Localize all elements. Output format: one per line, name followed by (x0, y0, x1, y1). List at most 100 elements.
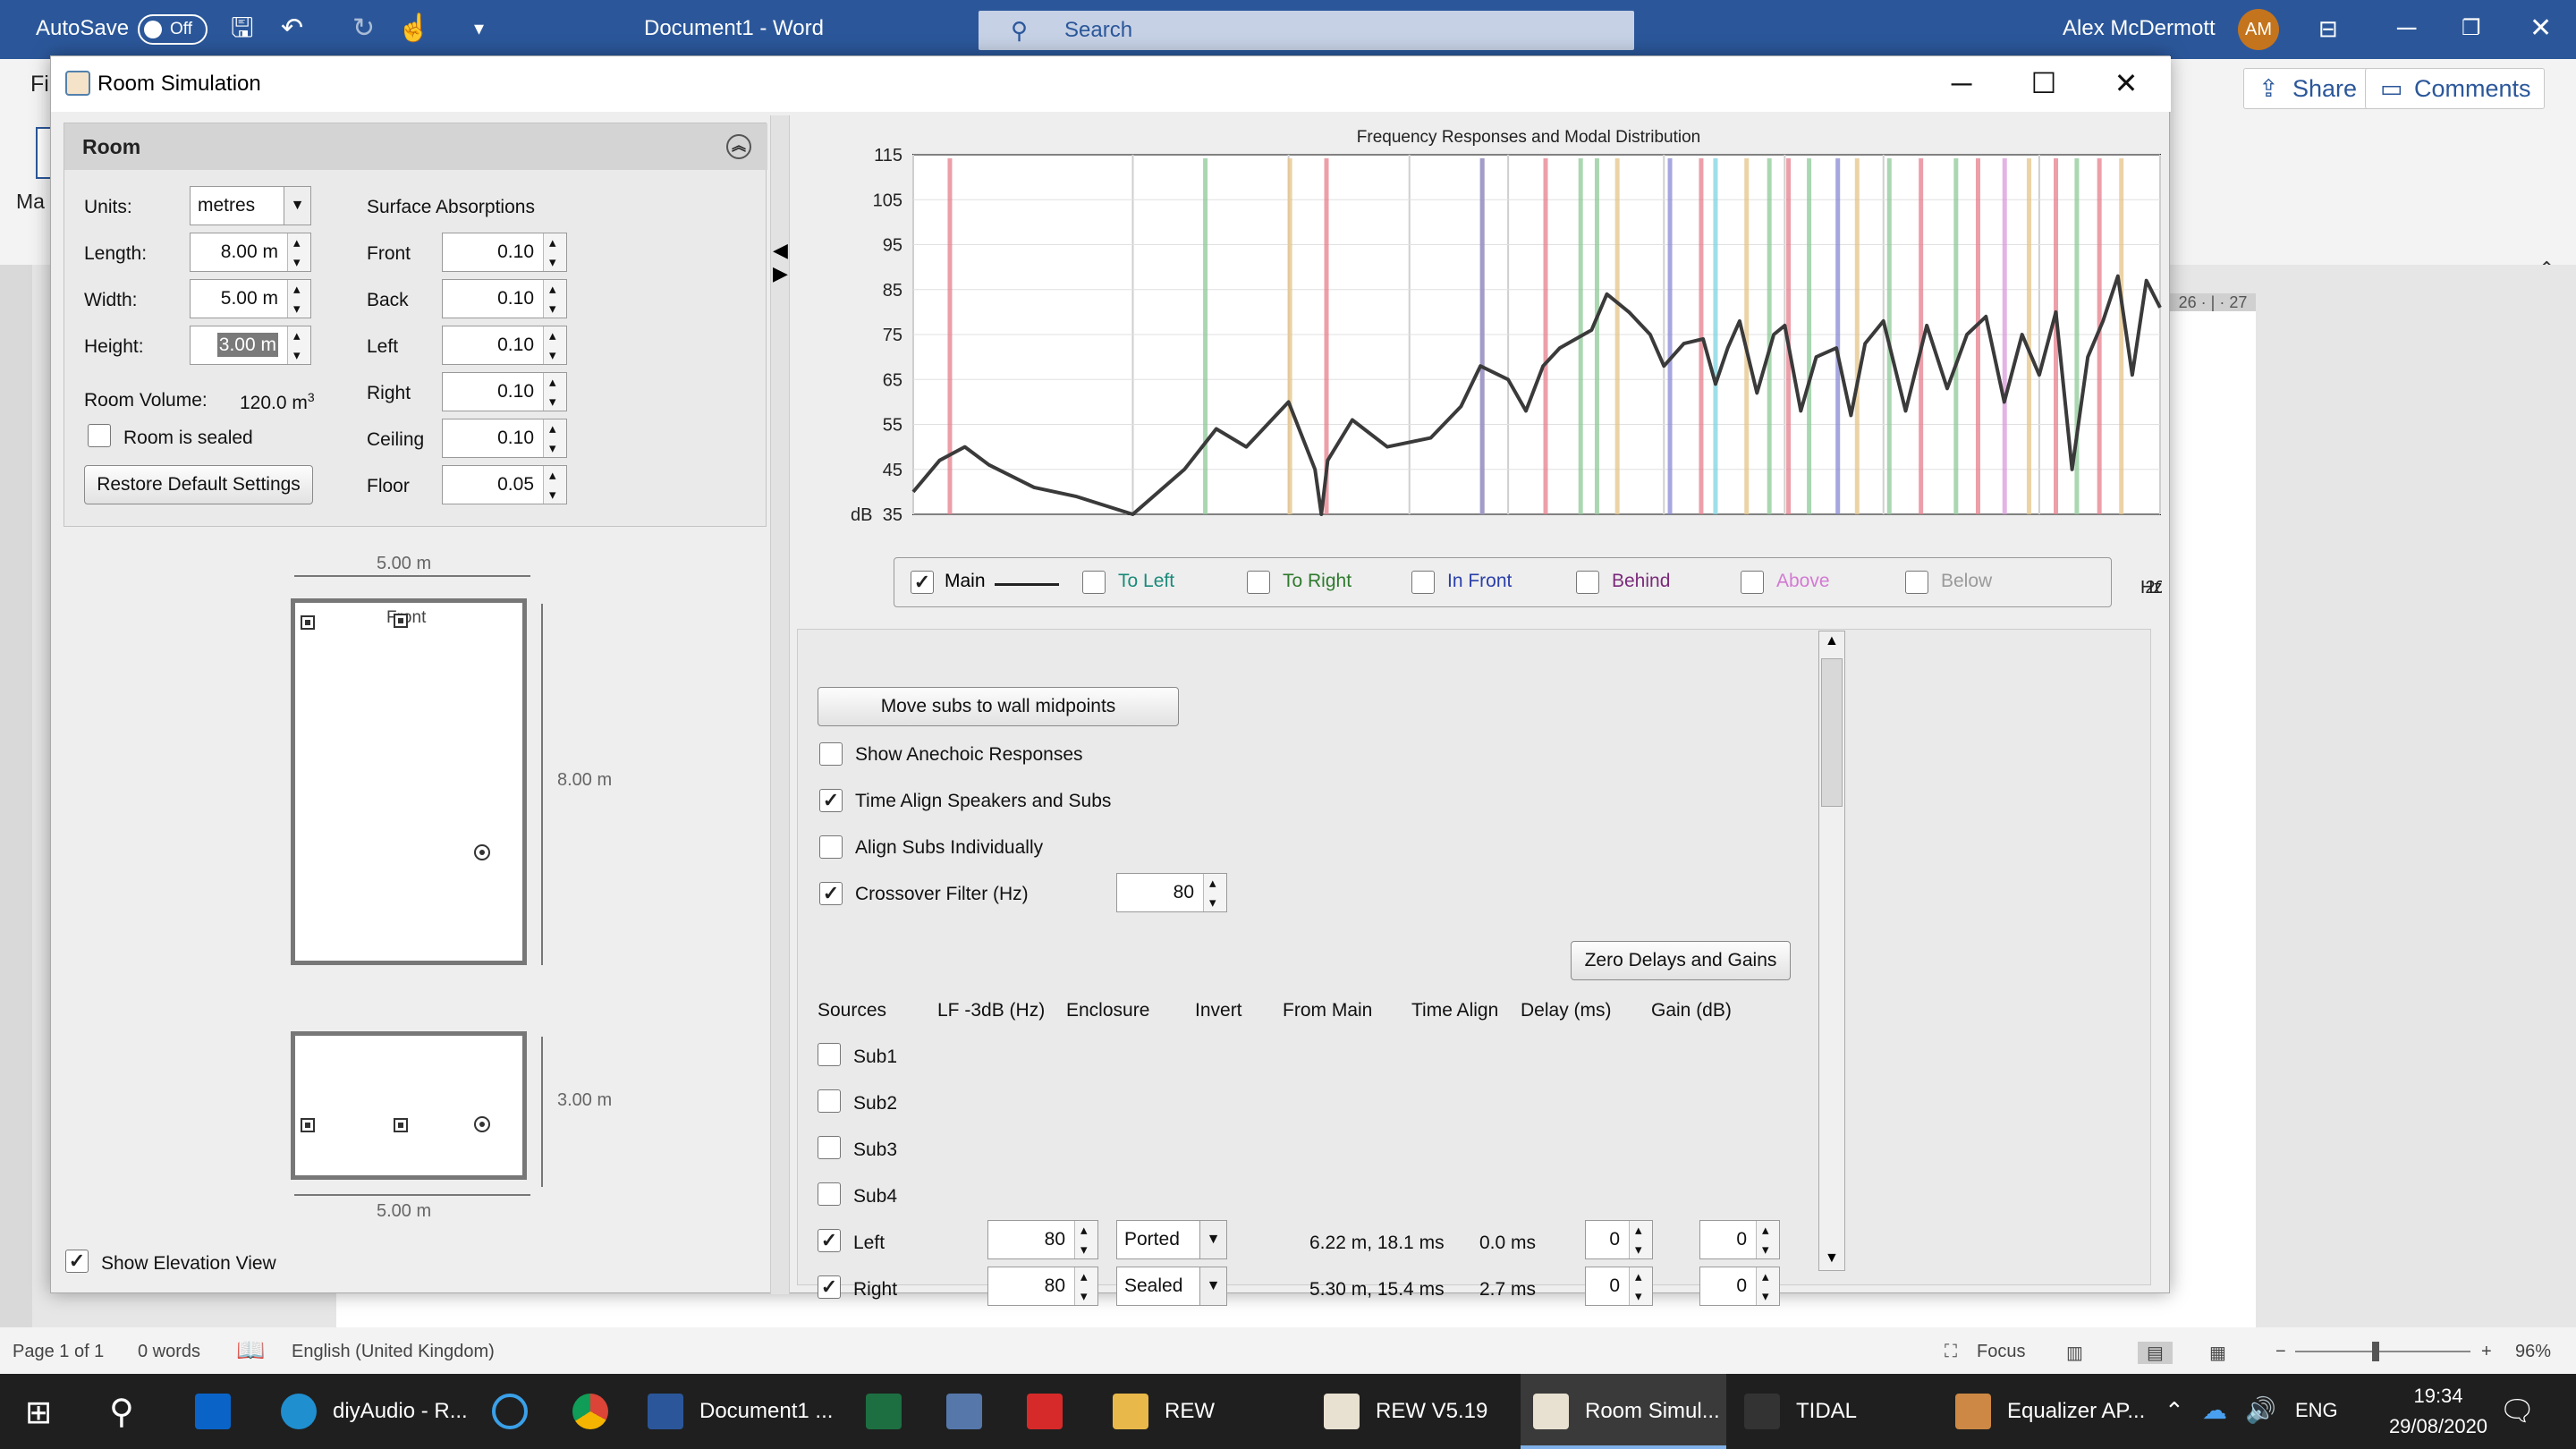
redo-icon[interactable]: ↻ (352, 13, 375, 45)
save-icon[interactable]: 🖫 (231, 13, 254, 45)
surface-back-spinner[interactable]: 0.10 (442, 271, 567, 328)
excel-icon[interactable] (866, 1394, 902, 1429)
taskbar-item-rew-folder[interactable]: REW (1100, 1374, 1306, 1449)
listener-marker[interactable] (394, 1118, 408, 1132)
zero-delays-button[interactable]: Zero Delays and Gains (1571, 941, 1791, 980)
sub2-checkbox[interactable] (818, 1089, 841, 1113)
left-delay-spinner[interactable]: 0 (1585, 1212, 1653, 1269)
crossover-spinner[interactable]: 80 (1116, 865, 1227, 922)
surface-ceiling-spinner[interactable]: 0.10 (442, 411, 567, 468)
clock-time[interactable]: 19:34 (2394, 1385, 2483, 1408)
spinner-arrows-icon[interactable] (287, 318, 310, 375)
zoom-slider[interactable] (2295, 1351, 2470, 1352)
right-delay-spinner[interactable]: 0 (1585, 1258, 1653, 1316)
minimize-icon[interactable]: ─ (2397, 13, 2416, 45)
ie-icon[interactable] (492, 1394, 528, 1429)
vertical-scrollbar[interactable]: ▲ ▼ (1818, 631, 1845, 1271)
acrobat-icon[interactable] (1027, 1394, 1063, 1429)
length-spinner[interactable]: 8.00 m (190, 225, 311, 282)
taskbar-item-edge[interactable]: diyAudio - R... (268, 1374, 474, 1449)
close-icon[interactable]: ✕ (2529, 13, 2552, 45)
file-tab-fragment[interactable]: Fi (30, 72, 49, 97)
spinner-arrows-icon[interactable] (543, 457, 566, 514)
language-indicator[interactable]: ENG (2295, 1399, 2338, 1422)
legend-above-checkbox[interactable] (1741, 571, 1764, 594)
right-source-checkbox[interactable] (818, 1275, 841, 1299)
taskbar-item-word[interactable]: Document1 ... (635, 1374, 841, 1449)
listener-marker[interactable] (394, 614, 408, 628)
zoom-slider-thumb[interactable] (2372, 1342, 2379, 1361)
right-gain-spinner[interactable]: 0 (1699, 1258, 1780, 1316)
taskbar-item-equalizer[interactable]: Equalizer AP... (1943, 1374, 2148, 1449)
zoom-level[interactable]: 96% (2515, 1342, 2551, 1362)
read-mode-icon[interactable]: ▥ (2066, 1342, 2083, 1364)
customize-qat-icon[interactable]: ▾ (474, 13, 484, 45)
legend-below-checkbox[interactable] (1905, 571, 1928, 594)
sub3-checkbox[interactable] (818, 1136, 841, 1159)
surface-floor-spinner[interactable]: 0.05 (442, 457, 567, 514)
notifications-icon[interactable]: 🗨 (2499, 1394, 2536, 1428)
chevron-down-icon[interactable]: ▼ (1199, 1221, 1226, 1258)
show-elevation-checkbox[interactable] (65, 1250, 89, 1273)
spinner-arrows-icon[interactable] (287, 225, 310, 282)
taskbar-item-room-sim[interactable]: Room Simul... (1521, 1374, 1726, 1449)
height-spinner[interactable]: 3.00 m (190, 318, 311, 375)
room-panel-header[interactable]: Room ︽ (64, 123, 767, 170)
legend-in-front-checkbox[interactable] (1411, 571, 1435, 594)
web-layout-icon[interactable]: ▦ (2209, 1342, 2226, 1364)
legend-to-left-checkbox[interactable] (1082, 571, 1106, 594)
spinner-arrows-icon[interactable] (543, 364, 566, 421)
tray-chevron-icon[interactable]: ⌃ (2165, 1397, 2184, 1425)
taskbar-item-tidal[interactable]: TIDAL (1732, 1374, 1937, 1449)
page-count[interactable]: Page 1 of 1 (13, 1342, 104, 1362)
share-button[interactable]: ⇪ Share (2243, 68, 2371, 109)
crossover-checkbox[interactable] (819, 882, 843, 905)
time-align-checkbox[interactable] (819, 789, 843, 812)
sub1-checkbox[interactable] (818, 1043, 841, 1066)
restore-defaults-button[interactable]: Restore Default Settings (84, 465, 313, 504)
collapse-icon[interactable]: ︽ (726, 134, 751, 159)
word-search-box[interactable]: ⚲ Search (979, 11, 1634, 50)
units-select[interactable]: metres ▼ (190, 186, 311, 225)
onedrive-icon[interactable]: ☁ (2202, 1395, 2227, 1425)
width-spinner[interactable]: 5.00 m (190, 271, 311, 328)
spinner-arrows-icon[interactable] (543, 225, 566, 282)
spinner-arrows-icon[interactable] (543, 271, 566, 328)
spinner-arrows-icon[interactable] (287, 271, 310, 328)
word-count[interactable]: 0 words (138, 1342, 200, 1362)
split-pane-divider[interactable]: ◀ ▶ (770, 115, 790, 1294)
sub-marker[interactable] (474, 844, 490, 860)
volume-icon[interactable]: 🔊 (2245, 1395, 2276, 1425)
speaker-left-marker[interactable] (301, 1118, 315, 1132)
language[interactable]: English (United Kingdom) (292, 1342, 495, 1362)
scrollbar-thumb[interactable] (1821, 658, 1843, 807)
zoom-out-icon[interactable]: − (2275, 1342, 2286, 1362)
outlook-icon[interactable] (195, 1394, 231, 1429)
clock-date[interactable]: 29/08/2020 (2358, 1415, 2519, 1438)
left-source-checkbox[interactable] (818, 1229, 841, 1252)
surface-front-spinner[interactable]: 0.10 (442, 225, 567, 282)
print-layout-icon[interactable]: ▤ (2138, 1342, 2173, 1364)
spinner-arrows-icon[interactable] (1074, 1212, 1097, 1269)
legend-to-right-checkbox[interactable] (1247, 571, 1270, 594)
undo-icon[interactable]: ↶ (281, 13, 303, 45)
taskbar-search-icon[interactable]: ⚲ (109, 1392, 134, 1432)
scroll-down-icon[interactable]: ▼ (1825, 1250, 1839, 1267)
spinner-arrows-icon[interactable] (1203, 865, 1226, 922)
spinner-arrows-icon[interactable] (1629, 1212, 1652, 1269)
speaker-left-marker[interactable] (301, 615, 315, 630)
minimize-icon[interactable]: ─ (1944, 65, 1979, 101)
align-subs-checkbox[interactable] (819, 835, 843, 859)
spinner-arrows-icon[interactable] (543, 318, 566, 375)
close-icon[interactable]: ✕ (2108, 65, 2144, 101)
chrome-icon[interactable] (572, 1394, 608, 1429)
focus-icon[interactable]: ⛶ (1945, 1342, 1957, 1362)
spinner-arrows-icon[interactable] (1756, 1212, 1779, 1269)
pane-collapse-left-icon[interactable]: ◀ (773, 239, 788, 262)
calculator-icon[interactable] (946, 1394, 982, 1429)
restore-icon[interactable]: ❐ (2462, 13, 2481, 45)
surface-right-spinner[interactable]: 0.10 (442, 364, 567, 421)
legend-main-checkbox[interactable] (911, 571, 934, 594)
elevation-view[interactable] (291, 1031, 527, 1180)
focus-label[interactable]: Focus (1977, 1342, 2025, 1362)
